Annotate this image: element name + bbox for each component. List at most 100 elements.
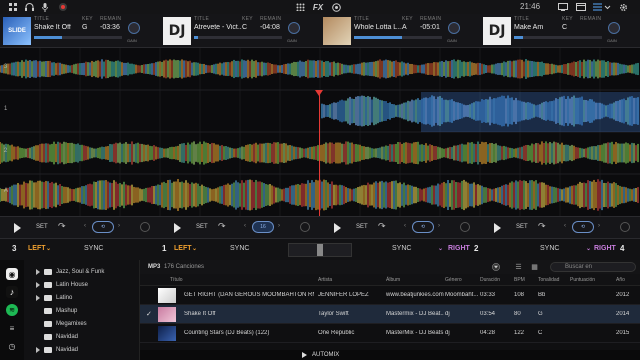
history-icon[interactable]: ◷ xyxy=(6,340,18,352)
sync-button[interactable]: SYNC xyxy=(84,245,103,252)
settings-gear-icon[interactable] xyxy=(616,0,630,14)
chevron-down-icon[interactable]: ⌄ xyxy=(46,245,51,252)
right-assign-button[interactable]: RIGHT xyxy=(594,245,616,252)
expand-icon[interactable] xyxy=(36,347,40,353)
deck-progress[interactable] xyxy=(354,36,442,39)
loop-button[interactable]: ⟲ xyxy=(412,221,434,233)
mixer-grid-icon[interactable] xyxy=(294,0,306,14)
crossfader[interactable] xyxy=(288,243,352,257)
loop-next-icon[interactable]: › xyxy=(278,223,280,229)
loop-prev-icon[interactable]: ‹ xyxy=(244,223,246,229)
headphones-icon[interactable] xyxy=(22,0,36,14)
window-icon[interactable] xyxy=(574,0,588,14)
play-button[interactable] xyxy=(174,223,181,233)
play-button[interactable] xyxy=(334,223,341,233)
music-note-icon[interactable]: ♪ xyxy=(6,286,18,298)
loop-button[interactable]: ⟲ xyxy=(92,221,114,233)
chevron-down-icon[interactable]: ⌄ xyxy=(438,245,443,252)
play-button[interactable] xyxy=(14,223,21,233)
column-album[interactable]: Álbum xyxy=(386,277,400,283)
loop-prev-icon[interactable]: ‹ xyxy=(84,223,86,229)
column-duration[interactable]: Duración xyxy=(480,277,500,283)
deck-2-info[interactable]: DJ TITLE KEY REMAIN Atrevete - Vict... C… xyxy=(160,14,318,48)
chevron-down-icon[interactable]: ⌄ xyxy=(586,245,591,252)
right-assign-button[interactable]: RIGHT xyxy=(448,245,470,252)
set-cue-button[interactable]: SET xyxy=(196,224,208,230)
play-button[interactable] xyxy=(494,223,501,233)
search-input[interactable]: Buscar en xyxy=(550,262,636,272)
list-view-icon[interactable]: ☰ xyxy=(514,263,523,271)
loop-next-icon[interactable]: › xyxy=(438,223,440,229)
fx-button[interactable]: FX xyxy=(312,0,324,14)
curve-icon[interactable]: ↷ xyxy=(218,221,226,232)
column-key[interactable]: Tonalidad xyxy=(538,277,559,283)
expand-icon[interactable] xyxy=(36,282,40,288)
deck-4-info[interactable]: DJ TITLE KEY REMAIN Make Am C GAIN xyxy=(480,14,638,48)
loop-button[interactable]: 16 xyxy=(252,221,274,233)
column-artist[interactable]: Artista xyxy=(318,277,332,283)
grid-icon[interactable] xyxy=(6,0,20,14)
loop-prev-icon[interactable]: ‹ xyxy=(564,223,566,229)
automix-label[interactable]: AUTOMIX xyxy=(312,352,339,358)
left-assign-button[interactable]: LEFT xyxy=(28,245,46,252)
crossfader-handle[interactable] xyxy=(317,244,323,256)
table-row[interactable]: ✓ Shake It Off Taylor Swift Mastermix - … xyxy=(140,305,640,324)
screen-icon[interactable] xyxy=(556,0,570,14)
pitch-knob[interactable] xyxy=(460,222,470,232)
gain-knob[interactable] xyxy=(608,22,620,34)
column-year[interactable]: Año xyxy=(616,277,625,283)
column-rating[interactable]: Puntuación xyxy=(570,277,595,283)
microphone-icon[interactable] xyxy=(38,0,52,14)
waveform-canvas[interactable] xyxy=(0,48,640,216)
sync-button[interactable]: SYNC xyxy=(230,245,249,252)
deck-progress[interactable] xyxy=(34,36,122,39)
loop-region[interactable] xyxy=(421,92,640,132)
left-assign-button[interactable]: LEFT xyxy=(174,245,192,252)
record-button[interactable] xyxy=(56,0,70,14)
set-cue-button[interactable]: SET xyxy=(356,224,368,230)
playlist-icon[interactable]: ≡ xyxy=(6,322,18,334)
table-row[interactable]: Counting Stars (DJ Beats) (122) One Repu… xyxy=(140,324,640,343)
filter-icon[interactable] xyxy=(492,263,500,271)
gain-knob[interactable] xyxy=(288,22,300,34)
sync-button[interactable]: SYNC xyxy=(540,245,559,252)
curve-icon[interactable]: ↷ xyxy=(378,221,386,232)
deck-3-info[interactable]: TITLE KEY REMAIN Whole Lotta L... A -05:… xyxy=(320,14,478,48)
pitch-knob[interactable] xyxy=(620,222,630,232)
spotify-icon[interactable]: ≋ xyxy=(6,304,18,316)
gain-knob[interactable] xyxy=(448,22,460,34)
waveform-area[interactable]: 3 1 2 A xyxy=(0,48,640,216)
chevron-down-icon[interactable]: ⌄ xyxy=(192,245,197,252)
folder-item[interactable]: Megamixes xyxy=(36,318,87,330)
layout-menu-icon[interactable] xyxy=(592,0,612,14)
deck-1-info[interactable]: SLIDE TITLE KEY REMAIN Shake It Off G -0… xyxy=(0,14,158,48)
folder-item[interactable]: Jazz, Soul & Funk xyxy=(36,266,104,278)
expand-icon[interactable] xyxy=(36,295,40,301)
loop-next-icon[interactable]: › xyxy=(118,223,120,229)
grid-view-icon[interactable]: ▦ xyxy=(530,263,539,271)
folder-item[interactable]: Latino xyxy=(36,292,72,304)
curve-icon[interactable]: ↷ xyxy=(538,221,546,232)
folder-item[interactable]: Navidad xyxy=(36,331,78,343)
camera-icon[interactable]: ◉ xyxy=(6,268,18,280)
folder-item[interactable]: Mashup xyxy=(36,305,77,317)
column-genre[interactable]: Género xyxy=(445,277,462,283)
set-cue-button[interactable]: SET xyxy=(516,224,528,230)
loop-button[interactable]: ⟲ xyxy=(572,221,594,233)
deck-progress[interactable] xyxy=(194,36,282,39)
gain-knob[interactable] xyxy=(128,22,140,34)
column-bpm[interactable]: BPM xyxy=(514,277,525,283)
set-cue-button[interactable]: SET xyxy=(36,224,48,230)
automix-bar[interactable]: AUTOMIX xyxy=(140,350,640,360)
folder-item[interactable]: Latin House xyxy=(36,279,88,291)
pitch-knob[interactable] xyxy=(300,222,310,232)
expand-icon[interactable] xyxy=(36,269,40,275)
automix-play-icon[interactable] xyxy=(302,352,307,358)
curve-icon[interactable]: ↷ xyxy=(58,221,66,232)
pitch-knob[interactable] xyxy=(140,222,150,232)
sync-icon[interactable] xyxy=(330,0,342,14)
column-title[interactable]: Título xyxy=(170,277,183,283)
table-row[interactable]: GET RIGHT (DAN GEROUS MOOMBAHTON RMX)(..… xyxy=(140,286,640,305)
sync-button[interactable]: SYNC xyxy=(392,245,411,252)
loop-prev-icon[interactable]: ‹ xyxy=(404,223,406,229)
